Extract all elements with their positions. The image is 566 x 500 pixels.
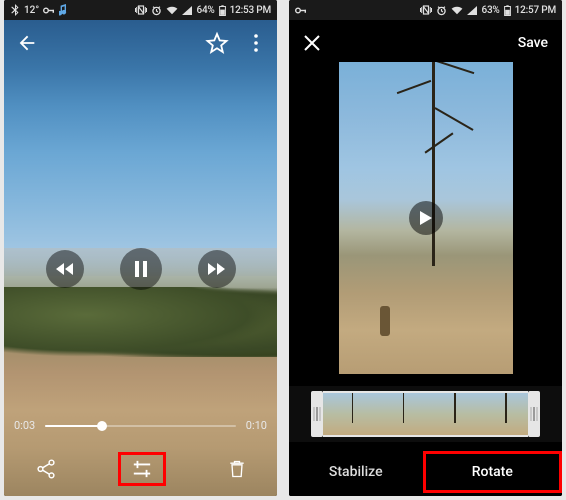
save-button[interactable]: Save bbox=[518, 35, 548, 51]
phone-left-video-viewer: 12° 64% 12:53 PM bbox=[4, 0, 277, 496]
video-preview bbox=[339, 62, 513, 374]
playback-controls bbox=[4, 248, 277, 290]
filmstrip-frames[interactable] bbox=[323, 391, 528, 437]
editor-top-bar: Save bbox=[289, 20, 562, 66]
trim-handle-end[interactable] bbox=[528, 391, 540, 437]
scene-foliage bbox=[4, 287, 277, 357]
status-battery-pct: 64% bbox=[196, 5, 214, 16]
filmstrip-frame bbox=[374, 393, 425, 435]
wifi-icon bbox=[166, 6, 178, 15]
status-time: 12:53 PM bbox=[230, 5, 271, 16]
battery-icon bbox=[504, 5, 511, 16]
elapsed-time: 0:03 bbox=[14, 419, 35, 432]
overflow-menu-button[interactable] bbox=[247, 32, 265, 54]
key-icon bbox=[295, 6, 307, 15]
delete-button[interactable] bbox=[227, 458, 247, 480]
video-editor: Save Stabilize Rotate bbox=[289, 20, 562, 496]
music-note-icon bbox=[59, 4, 69, 16]
signal-icon bbox=[182, 6, 192, 15]
editor-bottom-tabs: Stabilize Rotate bbox=[289, 448, 562, 496]
filmstrip-frame bbox=[477, 393, 528, 435]
status-temperature: 12° bbox=[24, 5, 39, 16]
share-button[interactable] bbox=[35, 458, 57, 480]
filmstrip-frame bbox=[323, 393, 374, 435]
status-bar: 63% 12:57 PM bbox=[289, 0, 562, 20]
filmstrip-frame bbox=[426, 393, 477, 435]
stabilize-tab[interactable]: Stabilize bbox=[289, 454, 423, 490]
total-duration: 0:10 bbox=[246, 419, 267, 432]
seek-slider-fill bbox=[45, 425, 102, 427]
status-battery-pct: 63% bbox=[481, 5, 499, 16]
key-icon bbox=[43, 6, 55, 15]
scene-tree-branch bbox=[425, 132, 454, 153]
scene-stump bbox=[380, 306, 390, 336]
scene-tree bbox=[432, 62, 435, 266]
edit-button[interactable] bbox=[118, 452, 166, 486]
seek-slider-thumb[interactable] bbox=[97, 421, 107, 431]
signal-icon bbox=[467, 6, 477, 15]
vibrate-icon bbox=[135, 5, 147, 15]
rotate-tab[interactable]: Rotate bbox=[423, 451, 563, 493]
rewind-button[interactable] bbox=[46, 250, 84, 288]
phone-right-video-editor: 63% 12:57 PM Save bbox=[289, 0, 562, 496]
viewer-bottom-bar bbox=[4, 442, 277, 496]
fast-forward-button[interactable] bbox=[198, 250, 236, 288]
video-viewer: 0:03 0:10 bbox=[4, 20, 277, 496]
favorite-star-button[interactable] bbox=[205, 31, 229, 55]
viewer-top-bar bbox=[4, 20, 277, 66]
status-time: 12:57 PM bbox=[515, 5, 556, 16]
wifi-icon bbox=[451, 6, 463, 15]
scene-tree-branch bbox=[435, 107, 474, 131]
alarm-icon bbox=[151, 5, 162, 16]
trim-handle-start[interactable] bbox=[311, 391, 323, 437]
battery-icon bbox=[219, 5, 226, 16]
trim-filmstrip bbox=[289, 386, 562, 442]
close-button[interactable] bbox=[303, 34, 321, 52]
back-button[interactable] bbox=[16, 32, 38, 54]
play-button[interactable] bbox=[409, 201, 443, 235]
pause-button[interactable] bbox=[120, 248, 162, 290]
alarm-icon bbox=[436, 5, 447, 16]
seek-slider[interactable] bbox=[45, 425, 236, 427]
vibrate-icon bbox=[420, 5, 432, 15]
seek-row: 0:03 0:10 bbox=[4, 419, 277, 432]
bluetooth-icon bbox=[10, 4, 20, 16]
status-bar: 12° 64% 12:53 PM bbox=[4, 0, 277, 20]
